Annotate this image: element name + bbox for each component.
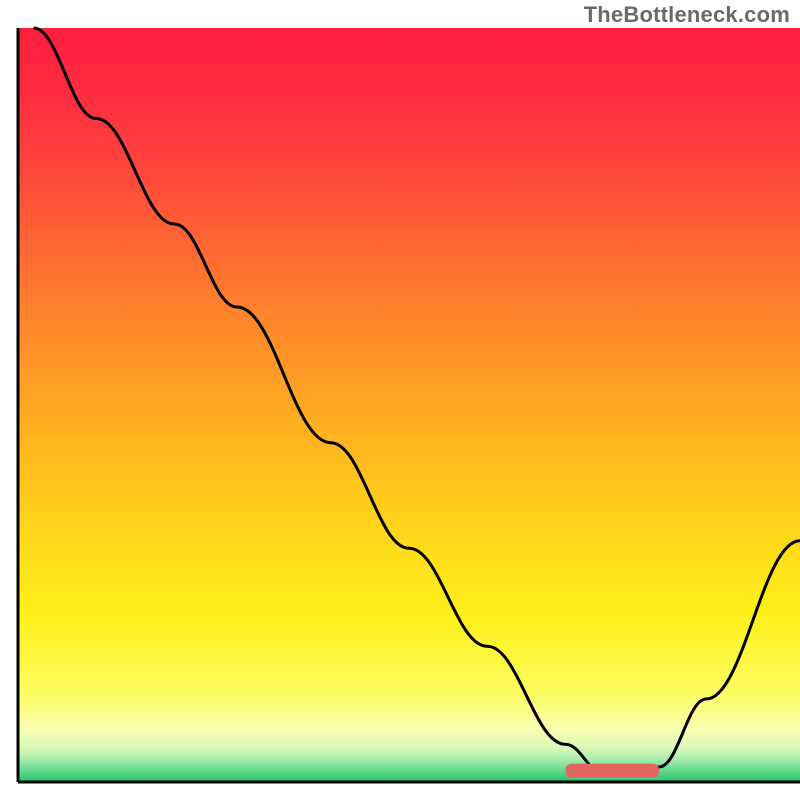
- gradient-background: [18, 28, 800, 782]
- chart-container: TheBottleneck.com: [0, 0, 800, 800]
- optimal-range-marker: [565, 764, 659, 778]
- watermark-text: TheBottleneck.com: [584, 2, 790, 28]
- plot-area: [18, 28, 800, 782]
- bottleneck-chart: [0, 0, 800, 800]
